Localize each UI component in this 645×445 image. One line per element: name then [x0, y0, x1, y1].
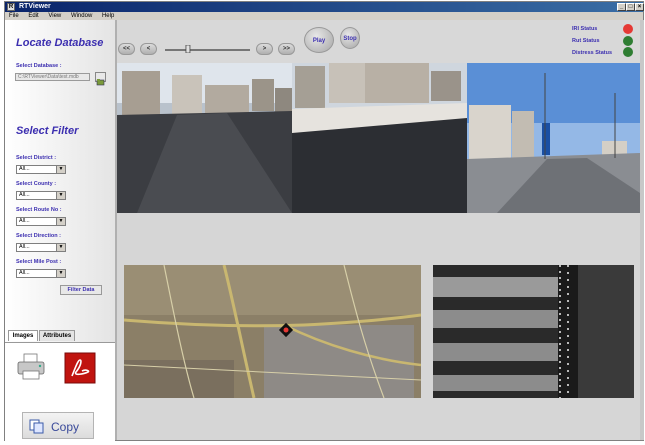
- chevron-down-icon: ▼: [56, 166, 65, 173]
- county-label: Select County :: [16, 181, 57, 187]
- first-frame-button[interactable]: <<: [118, 43, 135, 55]
- previous-frame-button[interactable]: <: [140, 43, 157, 55]
- milepost-select[interactable]: All... ▼: [16, 269, 66, 278]
- playback-toolbar: [117, 20, 640, 63]
- center-camera-image[interactable]: [292, 63, 467, 213]
- satellite-map[interactable]: [124, 265, 421, 398]
- route-value: All...: [19, 218, 30, 224]
- locate-database-heading: Locate Database: [16, 37, 104, 49]
- iri-status-indicator: [623, 24, 633, 34]
- printer-icon[interactable]: [16, 352, 46, 382]
- title-bar: R RTViewer _ □ ×: [5, 2, 644, 12]
- menu-view[interactable]: View: [48, 13, 61, 19]
- browse-database-button[interactable]: [95, 72, 106, 86]
- right-camera-image[interactable]: [467, 63, 640, 213]
- filter-data-button[interactable]: Filter Data: [60, 285, 102, 295]
- camera-image-strip: [117, 63, 640, 213]
- chevron-down-icon: ▼: [56, 244, 65, 251]
- route-label: Select Route No :: [16, 207, 62, 213]
- window-title: RTViewer: [19, 3, 51, 10]
- close-button[interactable]: ×: [635, 3, 644, 11]
- left-camera-image[interactable]: [117, 63, 292, 213]
- right-border: [640, 20, 644, 440]
- district-label: Select District :: [16, 155, 57, 161]
- county-value: All...: [19, 192, 30, 198]
- copy-button[interactable]: Copy: [22, 412, 94, 439]
- rut-status-indicator: [623, 36, 633, 46]
- next-frame-button[interactable]: >: [256, 43, 273, 55]
- tab-attributes[interactable]: Attributes: [39, 330, 75, 341]
- folder-icon: [96, 79, 105, 86]
- select-filter-heading: Select Filter: [16, 125, 79, 137]
- menu-file[interactable]: File: [9, 13, 19, 19]
- district-value: All...: [19, 166, 30, 172]
- database-path-field[interactable]: C:\RTViewer\Data\test.mdb: [15, 73, 90, 81]
- menu-window[interactable]: Window: [71, 13, 92, 19]
- minimize-button[interactable]: _: [617, 3, 626, 11]
- distress-status-indicator: [623, 47, 633, 57]
- menu-edit[interactable]: Edit: [28, 13, 38, 19]
- county-select[interactable]: All... ▼: [16, 191, 66, 200]
- menu-help[interactable]: Help: [102, 13, 114, 19]
- district-select[interactable]: All... ▼: [16, 165, 66, 174]
- slider-thumb[interactable]: [185, 45, 191, 53]
- tab-images[interactable]: Images: [8, 330, 38, 341]
- frame-slider[interactable]: [165, 45, 250, 53]
- play-button[interactable]: Play: [304, 27, 334, 53]
- chevron-down-icon: ▼: [56, 218, 65, 225]
- copy-label: Copy: [51, 420, 80, 434]
- route-select[interactable]: All... ▼: [16, 217, 66, 226]
- copy-icon: [29, 419, 44, 434]
- milepost-value: All...: [19, 270, 30, 276]
- maximize-button[interactable]: □: [626, 3, 635, 11]
- app-icon: R: [7, 3, 15, 11]
- milepost-label: Select Mile Post :: [16, 259, 62, 265]
- pdf-icon[interactable]: [64, 352, 96, 384]
- last-frame-button[interactable]: >>: [278, 43, 295, 55]
- pavement-image[interactable]: [433, 265, 634, 398]
- chevron-down-icon: ▼: [56, 192, 65, 199]
- iri-status-label: IRI Status: [572, 26, 598, 32]
- direction-value: All...: [19, 244, 30, 250]
- select-database-label: Select Database :: [16, 63, 62, 69]
- tab-bar: Images Attributes: [5, 330, 115, 342]
- rut-status-label: Rut Status: [572, 38, 600, 44]
- direction-label: Select Direction :: [16, 233, 61, 239]
- stop-button[interactable]: Stop: [340, 27, 360, 49]
- direction-select[interactable]: All... ▼: [16, 243, 66, 252]
- distress-status-label: Distress Status: [572, 50, 613, 56]
- chevron-down-icon: ▼: [56, 270, 65, 277]
